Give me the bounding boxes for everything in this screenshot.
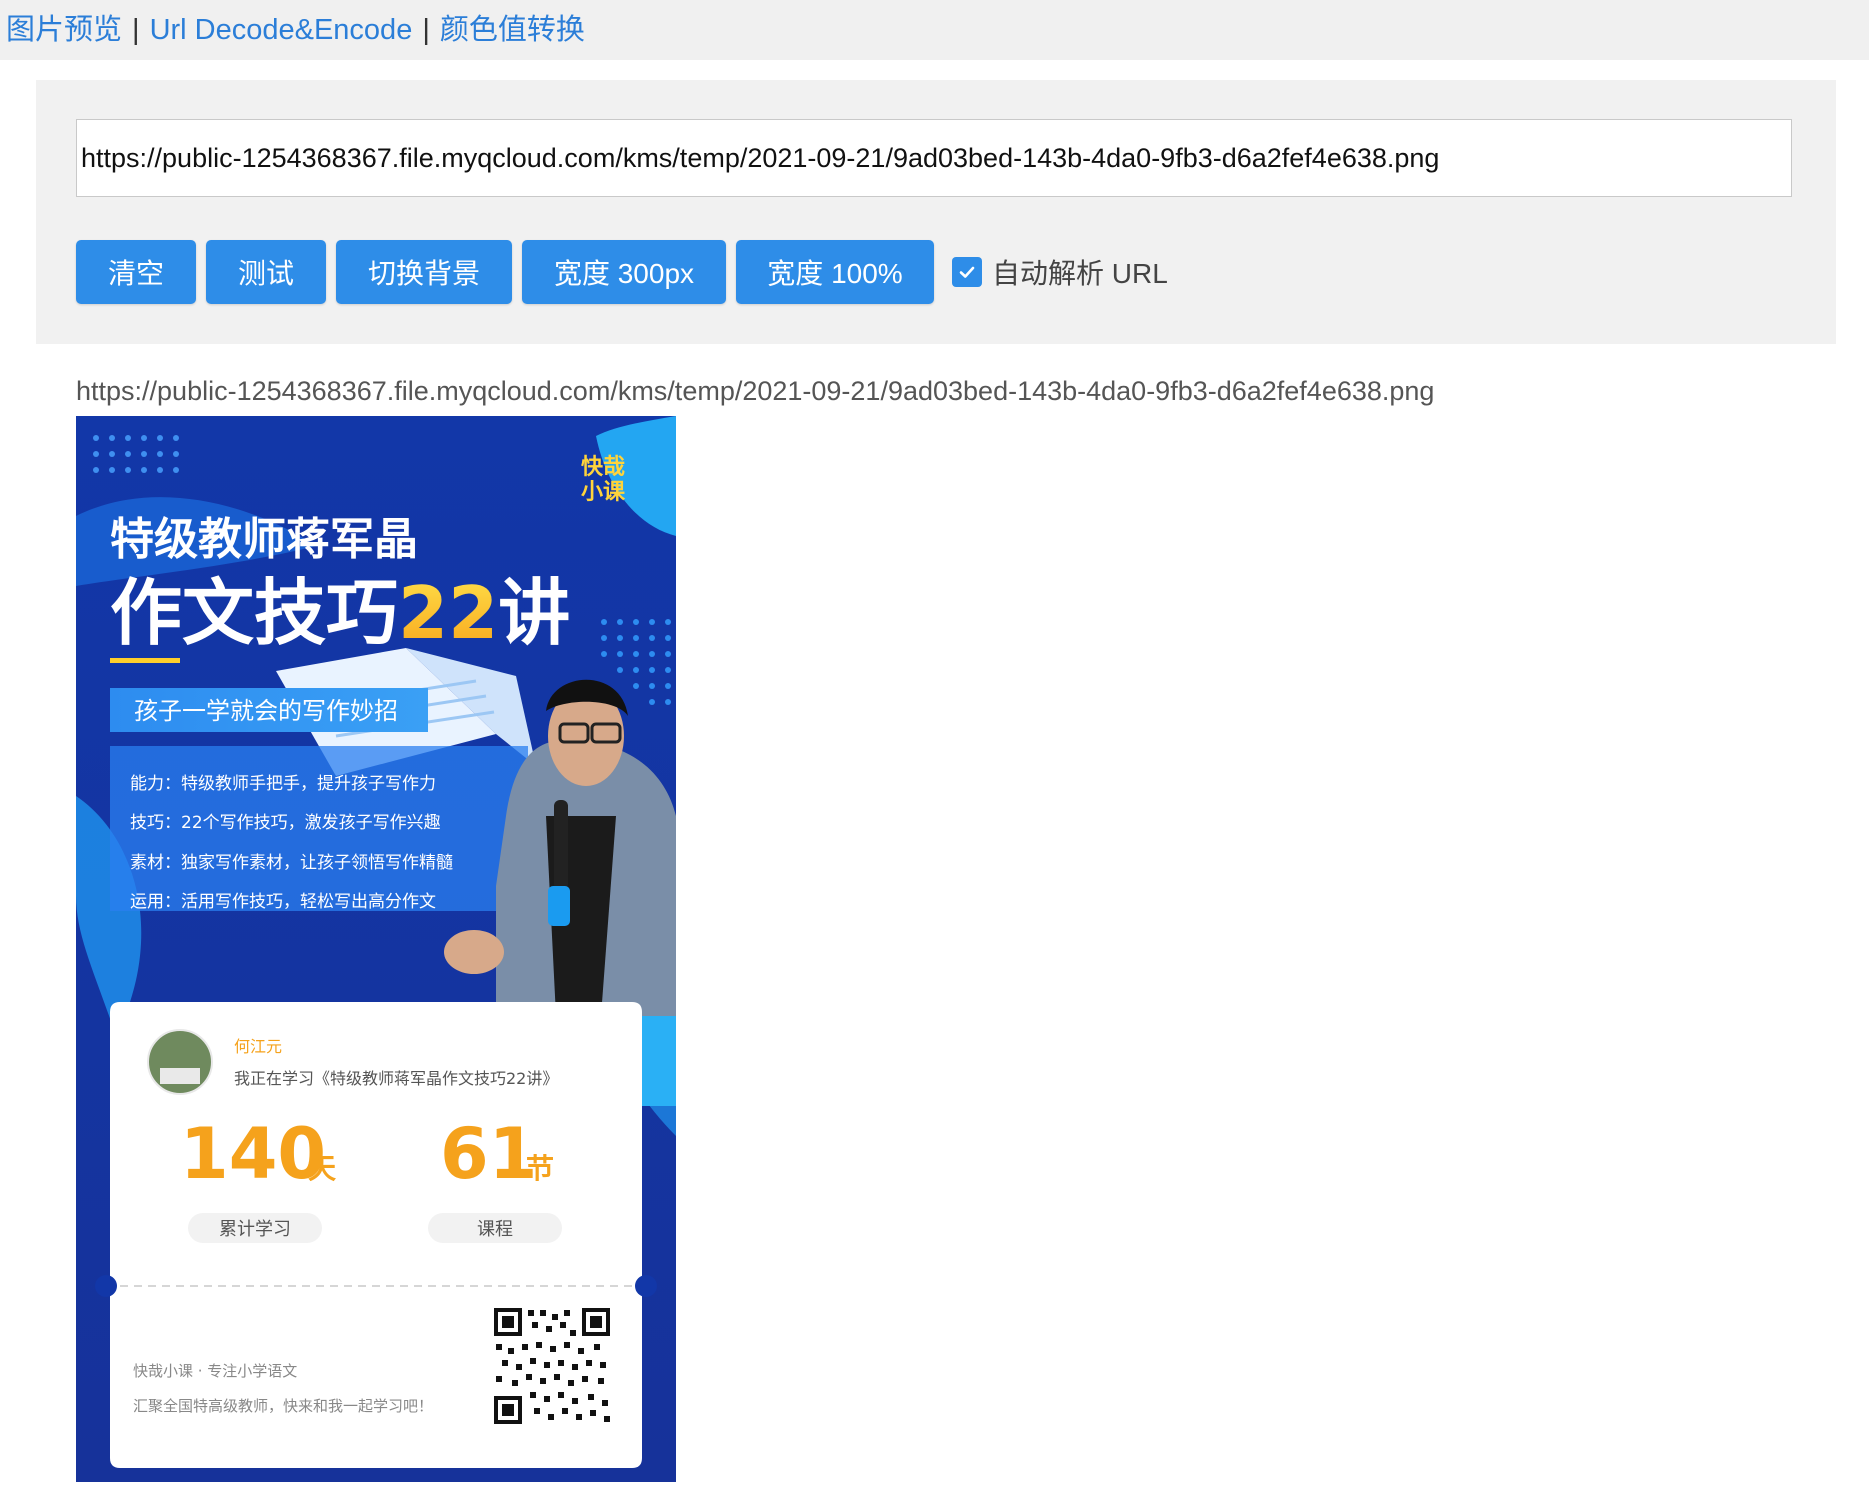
nav-link-url-decode[interactable]: Url Decode&Encode [150,14,413,46]
width-100-button[interactable]: 宽度 100% [736,240,934,304]
preview-image: 快哉 小课 特级教师蒋军晶 作文技巧22讲 孩子一学就会的写作妙招 能力：特级教… [76,416,676,1482]
nav-separator: | [422,14,430,46]
toggle-background-button[interactable]: 切换背景 [336,240,512,304]
poster-title-line1: 特级教师蒋军晶 [110,514,418,565]
top-nav: 图片预览 | Url Decode&Encode | 颜色值转换 [0,0,1869,60]
feature-item: 运用：活用写作技巧，轻松写出高分作文 [130,892,436,912]
card-notch [635,1275,657,1297]
button-row: 清空 测试 切换背景 宽度 300px 宽度 100% 自动解析 URL [76,240,1168,304]
width-300-button[interactable]: 宽度 300px [522,240,726,304]
footer-line2: 汇聚全国特高级教师，快来和我一起学习吧！ [133,1397,433,1415]
auto-parse-checkbox[interactable]: 自动解析 URL [952,252,1168,292]
leaf-decoration [641,1011,676,1106]
nav-link-color-convert[interactable]: 颜色值转换 [440,14,585,46]
stat-days-label: 累计学习 [219,1219,291,1240]
feature-item: 素材：独家写作素材，让孩子领悟写作精髓 [130,853,453,873]
feature-item: 技巧：22个写作技巧，激发孩子写作兴趣 [130,813,441,833]
checkmark-icon[interactable] [952,257,982,287]
footer-line1: 快哉小课 · 专注小学语文 [133,1362,297,1380]
poster-title-line2: 作文技巧22讲 [110,571,570,655]
stat-lessons-value: 61 [440,1113,537,1195]
clear-button[interactable]: 清空 [76,240,196,304]
control-panel: 清空 测试 切换背景 宽度 300px 宽度 100% 自动解析 URL [36,80,1836,344]
nav-link-image-preview[interactable]: 图片预览 [6,14,122,46]
user-status: 我正在学习《特级教师蒋军晶作文技巧22讲》 [234,1069,558,1088]
preview-url-text: https://public-1254368367.file.myqcloud.… [76,376,1435,406]
auto-parse-label: 自动解析 URL [992,258,1168,289]
nav-separator: | [132,14,140,46]
brand-logo-line1: 快哉 [581,454,625,480]
qr-code [492,1306,612,1426]
title-underline [110,658,180,663]
test-button[interactable]: 测试 [206,240,326,304]
stat-lessons-label: 课程 [477,1219,513,1240]
stat-lessons-unit: 节 [526,1152,554,1185]
url-input[interactable] [76,119,1792,197]
feature-item: 能力：特级教师手把手，提升孩子写作力 [130,774,436,794]
tagline-text: 孩子一学就会的写作妙招 [134,697,398,725]
user-name: 何江元 [234,1037,282,1056]
card-notch [95,1275,117,1297]
stat-days-value: 140 [180,1113,326,1195]
brand-logo-line2: 小课 [581,480,626,505]
stat-days-unit: 天 [308,1152,336,1185]
